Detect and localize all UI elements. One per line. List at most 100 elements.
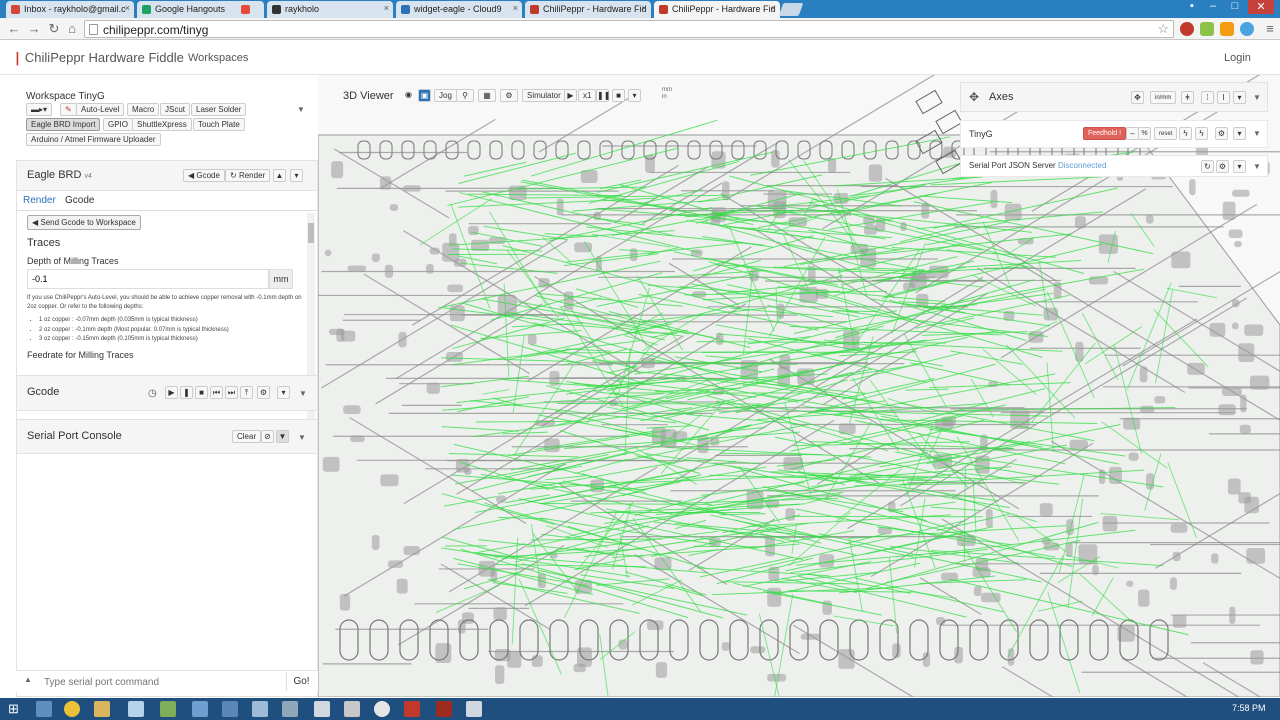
close-icon[interactable]: × xyxy=(384,3,389,13)
browser-tab[interactable]: widget-eagle - Cloud9 × xyxy=(396,1,522,18)
browser-tab[interactable]: raykholo × xyxy=(267,1,393,18)
eagle-brd-import-button[interactable]: Eagle BRD Import xyxy=(26,118,101,131)
close-icon[interactable]: × xyxy=(642,3,647,13)
crosshair-icon[interactable]: ✥ xyxy=(1131,91,1144,104)
shuttlexpress-button[interactable]: ShuttleXpress xyxy=(132,118,192,131)
flash-icon[interactable]: ϟ xyxy=(1179,127,1192,140)
chevron-down-icon[interactable]: ▼ xyxy=(298,433,306,442)
chevron-down-icon[interactable]: ▾ xyxy=(1233,127,1246,140)
jog-button[interactable]: Jog xyxy=(434,89,457,102)
simulator-button[interactable]: Simulator xyxy=(522,89,566,102)
stop-icon[interactable]: ■ xyxy=(195,386,208,399)
arduino-uploader-button[interactable]: Arduino / Atmel Firmware Uploader xyxy=(26,133,161,146)
speed-button[interactable]: x1 xyxy=(578,89,597,102)
app-icon[interactable] xyxy=(128,701,144,717)
user-icon[interactable]: ▪ xyxy=(1184,0,1200,14)
chevron-up-icon[interactable]: ▲ xyxy=(24,675,32,684)
login-link[interactable]: Login xyxy=(1224,52,1251,64)
app-icon[interactable] xyxy=(344,701,360,717)
gear-icon[interactable]: ⚙ xyxy=(1216,160,1229,173)
auto-level-button[interactable]: Auto-Level xyxy=(76,103,125,116)
browser-tab[interactable] xyxy=(236,1,264,18)
zoom-icon[interactable]: ⚲ xyxy=(456,89,474,102)
chevron-down-icon[interactable]: ▼ xyxy=(297,105,305,114)
extension-icon[interactable] xyxy=(1200,22,1214,36)
eye-icon[interactable]: ◉ xyxy=(402,89,415,102)
upload-icon[interactable]: ⤒ xyxy=(240,386,253,399)
close-icon[interactable]: × xyxy=(125,3,130,13)
tab-render[interactable]: Render xyxy=(23,195,56,206)
toggle-icon[interactable]: I xyxy=(1217,91,1230,104)
laser-solder-button[interactable]: Laser Solder xyxy=(191,103,247,116)
toggle-icon[interactable]: ⁞ xyxy=(1201,91,1214,104)
jscut-button[interactable]: JScut xyxy=(160,103,191,116)
app-icon[interactable] xyxy=(222,701,238,717)
back-icon[interactable]: ← xyxy=(6,21,22,37)
reload-icon[interactable]: ↻ xyxy=(46,21,62,37)
app-icon[interactable] xyxy=(282,701,298,717)
filter-icon[interactable]: ▼ xyxy=(276,430,289,443)
grid-icon[interactable]: ▦ xyxy=(478,89,496,102)
chevron-down-icon[interactable]: ▾ xyxy=(277,386,290,399)
play-icon[interactable]: ▶ xyxy=(564,89,577,102)
scrollbar-thumb[interactable] xyxy=(308,223,314,243)
go-button[interactable]: Go! xyxy=(286,672,316,691)
maximize-icon[interactable]: □ xyxy=(1226,0,1244,14)
app-icon[interactable] xyxy=(404,701,420,717)
serial-command-input[interactable] xyxy=(40,673,284,691)
windows-start-icon[interactable]: ⊞ xyxy=(8,701,24,717)
app-icon[interactable] xyxy=(160,701,176,717)
chevron-down-icon[interactable]: ▼ xyxy=(1253,93,1261,102)
rss-icon[interactable] xyxy=(1220,22,1234,36)
app-icon[interactable] xyxy=(436,701,452,717)
home-icon[interactable]: ⌂ xyxy=(64,21,80,37)
depth-input[interactable] xyxy=(27,269,269,289)
chevron-down-icon[interactable]: ▼ xyxy=(1253,162,1261,171)
flash-icon[interactable]: ϟ xyxy=(1195,127,1208,140)
chevron-down-icon[interactable]: ▾ xyxy=(290,169,303,182)
zero-icon[interactable]: ǂ xyxy=(1181,91,1194,104)
browser-tab[interactable]: ChiliPeppr - Hardware Fid × xyxy=(525,1,651,18)
tab-gcode[interactable]: Gcode xyxy=(65,195,94,206)
app-icon[interactable] xyxy=(374,701,390,717)
macro-button[interactable]: Macro xyxy=(127,103,160,116)
forward-icon[interactable]: → xyxy=(26,21,42,37)
browser-tab-active[interactable]: ChiliPeppr - Hardware Fid × xyxy=(654,1,780,18)
skip-forward-icon[interactable]: ⏭ xyxy=(225,386,238,399)
reset-button[interactable]: reset xyxy=(1154,127,1178,140)
pause-icon[interactable]: ❚ xyxy=(180,386,193,399)
star-icon[interactable]: ☆ xyxy=(1157,21,1169,37)
clear-button[interactable]: Clear xyxy=(232,430,262,443)
app-icon[interactable] xyxy=(314,701,330,717)
folder-icon[interactable] xyxy=(94,701,110,717)
touch-plate-button[interactable]: Touch Plate xyxy=(193,118,245,131)
gcode-button[interactable]: ◀ Gcode xyxy=(183,169,225,182)
url-field[interactable]: chilipeppr.com/tinyg ☆ xyxy=(84,20,1174,38)
gear-icon[interactable]: ⚙ xyxy=(257,386,270,399)
render-button[interactable]: ↻ Render xyxy=(225,169,271,182)
block-icon[interactable]: ⊘ xyxy=(261,430,274,443)
close-icon[interactable]: × xyxy=(771,3,776,13)
new-tab-button[interactable] xyxy=(778,3,804,16)
chevron-down-icon[interactable]: ▼ xyxy=(299,389,307,398)
pause-icon[interactable]: ❚❚ xyxy=(596,89,610,102)
play-icon[interactable]: ▶ xyxy=(165,386,178,399)
close-window-icon[interactable]: ✕ xyxy=(1248,0,1274,14)
chevron-up-icon[interactable]: ▲ xyxy=(273,169,286,182)
folder-menu-icon[interactable]: ▬▸▾ xyxy=(26,103,53,116)
app-icon[interactable] xyxy=(466,701,482,717)
refresh-icon[interactable]: ↻ xyxy=(1201,160,1214,173)
units-toggle-button[interactable]: in/mm xyxy=(1150,91,1177,104)
percent-button[interactable]: % xyxy=(1138,127,1151,140)
chrome-icon[interactable] xyxy=(64,701,80,717)
menu-icon[interactable]: ≡ xyxy=(1262,21,1278,37)
gear-icon[interactable]: ⚙ xyxy=(500,89,518,102)
pepper-icon[interactable]: ✎ xyxy=(60,103,77,116)
brand-logo[interactable]: ❘ ChiliPeppr Hardware Fiddle xyxy=(12,50,184,66)
cloud-icon[interactable] xyxy=(1240,22,1254,36)
app-icon[interactable] xyxy=(192,701,208,717)
view-toggle-icon[interactable]: ▣ xyxy=(418,89,431,102)
app-icon[interactable] xyxy=(252,701,268,717)
ie-icon[interactable] xyxy=(36,701,52,717)
gear-icon[interactable]: ⚙ xyxy=(1215,127,1228,140)
